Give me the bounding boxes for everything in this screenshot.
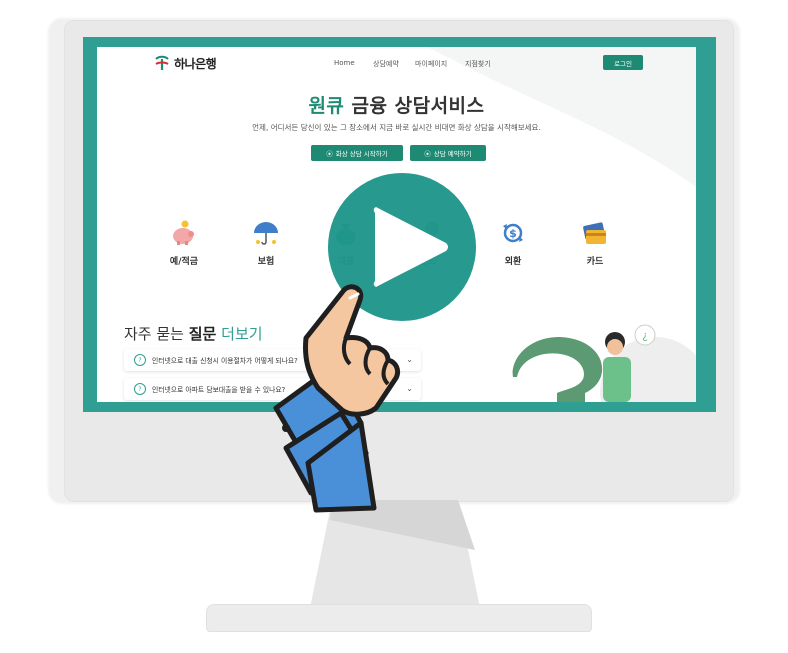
credit-card-icon [583,222,606,244]
hero-subtitle: 언제, 어디서든 당신이 있는 그 장소에서 지금 바로 실시간 비대면 화상 … [252,123,541,132]
service-label: 예/적금 [169,257,199,267]
faq-section-title: 자주 묻는 질문 더보기 [124,323,263,344]
currency-exchange-icon: $ [503,223,523,243]
service-label: 외환 [504,257,522,267]
service-savings[interactable]: 예/적금 [164,220,204,267]
faq-title-plain: 자주 묻는 [124,325,184,343]
nav-find-branch[interactable]: 지점찾기 [465,59,491,69]
logo-text: 하나은행 [174,56,217,71]
pointing-hand-icon [273,284,401,513]
monitor-stand-base [206,604,592,632]
nav-home[interactable]: Home [334,59,355,67]
hero-title-rest: 금융 상담서비스 [351,95,485,117]
faq-illustration: ¿ [512,324,696,402]
service-label: 카드 [586,257,604,267]
hero-title: 원큐 금융 상담서비스 [97,91,696,118]
faq-title-bold: 질문 [188,325,217,343]
play-circle-icon: ⦿ [424,150,431,158]
chevron-down-icon: ⌄ [406,384,413,393]
login-button[interactable]: 로그인 [603,55,643,70]
service-exchange[interactable]: $ 외환 [493,220,533,267]
question-icon: ? [134,354,146,366]
piggy-bank-icon [173,220,194,245]
question-icon: ? [134,383,146,395]
hana-bank-logo[interactable]: 하나은행 [153,54,217,72]
svg-text:$: $ [509,227,517,240]
service-insurance[interactable]: 보험 [246,220,286,267]
reserve-consult-label: 상담 예약하기 [433,150,472,158]
hana-logo-icon [155,55,169,70]
service-label: 보험 [257,257,275,267]
start-video-consult-button[interactable]: ⦿ 화상 상담 시작하기 [311,145,403,161]
svg-text:¿: ¿ [642,329,648,342]
nav-my-page[interactable]: 마이페이지 [415,59,447,69]
hero-title-accent: 원큐 [308,95,345,117]
nav-consult-reservation[interactable]: 상담예약 [373,59,399,69]
umbrella-icon [254,222,278,245]
service-card[interactable]: 카드 [575,220,615,267]
start-video-consult-label: 화상 상담 시작하기 [335,150,388,158]
reserve-consult-button[interactable]: ⦿ 상담 예약하기 [410,145,486,161]
chevron-down-icon: ⌄ [406,355,413,364]
play-circle-icon: ⦿ [326,150,333,158]
